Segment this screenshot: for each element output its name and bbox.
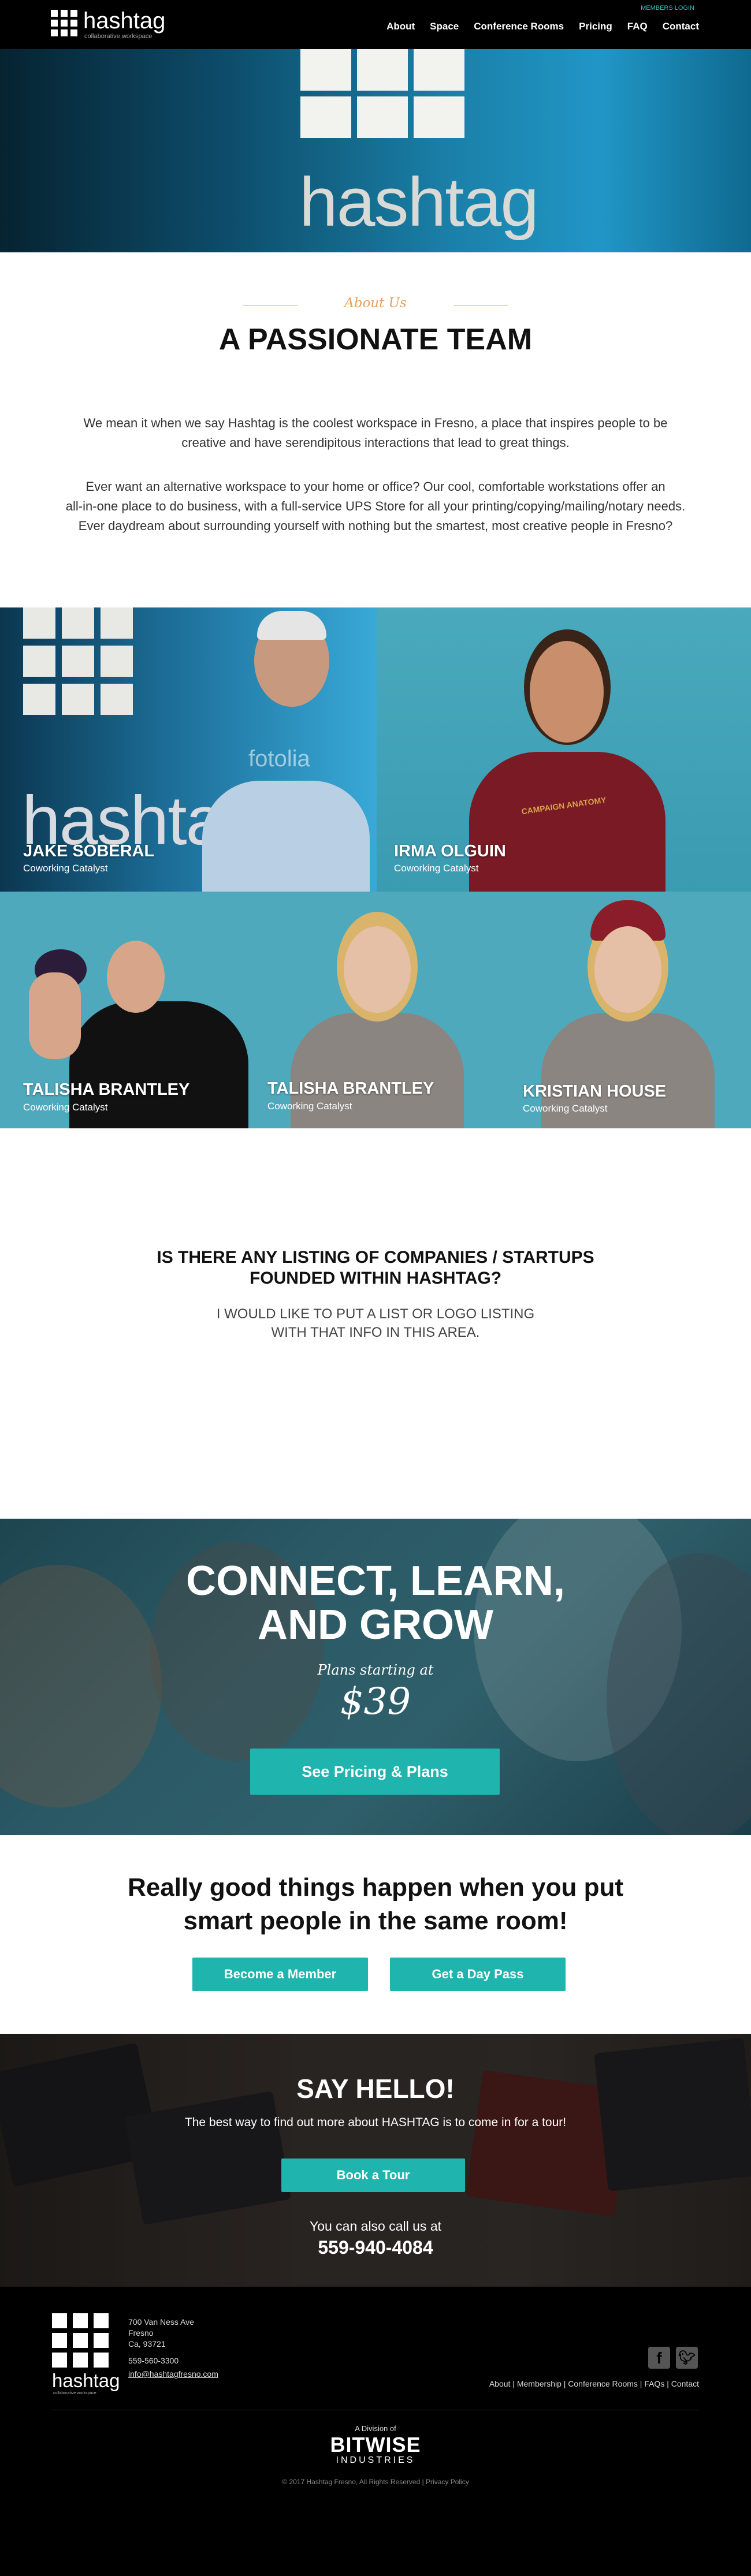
person-head (594, 926, 661, 1013)
team-card-talisha-2[interactable]: TALISHA BRANTLEY Coworking Catalyst (250, 892, 501, 1128)
team-card-talisha-1[interactable]: TALISHA BRANTLEY Coworking Catalyst (0, 892, 250, 1128)
about-eyebrow: About Us (344, 296, 407, 311)
hello-phone[interactable]: 559-940-4084 (0, 2237, 751, 2258)
see-pricing-button[interactable]: See Pricing & Plans (250, 1749, 500, 1795)
about-para-1-line-2: creative and have serendipitous interact… (181, 435, 570, 450)
listing-title-line-1: IS THERE ANY LISTING OF COMPANIES / STAR… (157, 1248, 594, 1267)
listing-title-line-2: FOUNDED WITHIN HASHTAG? (249, 1269, 502, 1288)
become-member-button[interactable]: Become a Member (192, 1958, 368, 1991)
about-para-2-line-2: all-in-one place to do business, with a … (65, 499, 686, 513)
nav-space[interactable]: Space (430, 21, 459, 32)
footer-logo[interactable]: hashtag collaborative workspace (52, 2313, 120, 2397)
team-card-jake[interactable]: hashtag fotolia JAKE SOBERAL Coworking C… (0, 607, 377, 892)
connect-section: CONNECT, LEARN, AND GROW Plans starting … (0, 1519, 751, 1835)
listing-body: I WOULD LIKE TO PUT A LIST OR LOGO LISTI… (0, 1305, 751, 1342)
person-hair (257, 611, 326, 640)
site-footer: hashtag collaborative workspace 700 Van … (0, 2287, 751, 2576)
about-para-1-line-1: We mean it when we say Hashtag is the co… (83, 416, 668, 430)
site-logo[interactable]: hashtag collaborative workspace (51, 8, 189, 40)
address-line-2: Fresno (128, 2328, 154, 2338)
team-role: Coworking Catalyst (523, 1103, 608, 1114)
connect-title-line-2: AND GROW (258, 1602, 493, 1648)
hello-call-text: You can also call us at (309, 2219, 442, 2234)
main-nav: About Space Conference Rooms Pricing FAQ… (386, 21, 699, 32)
about-title: A PASSIONATE TEAM (218, 323, 533, 356)
address-line-3: Ca, 93721 (128, 2339, 166, 2348)
team-role: Coworking Catalyst (394, 863, 479, 874)
logo-tagline: collaborative workspace (84, 33, 153, 40)
team-card-irma[interactable]: CAMPAIGN ANATOMY IRMA OLGUIN Coworking C… (377, 607, 751, 892)
team-logo-tiles (23, 607, 133, 716)
nav-pricing[interactable]: Pricing (579, 21, 612, 32)
team-role: Coworking Catalyst (23, 1102, 108, 1113)
footer-logo-wordmark: hashtag (52, 2370, 120, 2391)
nav-contact[interactable]: Contact (663, 21, 699, 32)
listing-body-line-1: I WOULD LIKE TO PUT A LIST OR LOGO LISTI… (216, 1306, 535, 1322)
hello-title: SAY HELLO! (296, 2074, 455, 2104)
site-header: hashtag collaborative workspace MEMBERS … (0, 0, 751, 49)
person-shirt (202, 781, 370, 892)
team-name: KRISTIAN HOUSE (523, 1082, 667, 1101)
person-head (530, 641, 604, 743)
hello-text: The best way to find out more about HASH… (184, 2116, 567, 2129)
hero-banner: hashtag (0, 49, 751, 252)
division-label: A Division of (355, 2424, 396, 2433)
team-name: TALISHA BRANTLEY (23, 1080, 190, 1099)
connect-price: $39 (340, 1680, 411, 1723)
stock-watermark: fotolia (248, 746, 310, 771)
listing-title: IS THERE ANY LISTING OF COMPANIES / STAR… (0, 1247, 751, 1289)
person-head (344, 926, 411, 1013)
about-para-2-line-1: Ever want an alternative workspace to yo… (85, 479, 666, 494)
connect-title: CONNECT, LEARN, AND GROW (0, 1559, 751, 1647)
copyright: © 2017 Hashtag Fresno, All Rights Reserv… (282, 2478, 469, 2486)
nav-faq[interactable]: FAQ (627, 21, 648, 32)
nav-conference-rooms[interactable]: Conference Rooms (474, 21, 564, 32)
footer-logo-tagline: collaborative workspace (53, 2391, 96, 2395)
bitwise-logo[interactable]: BITWISE (0, 2435, 751, 2455)
person-arm (29, 972, 81, 1059)
footer-phone[interactable]: 559-560-3300 (128, 2355, 218, 2366)
footer-email[interactable]: info@hashtagfresno.com (128, 2369, 218, 2380)
bitwise-industries: INDUSTRIES (336, 2455, 415, 2465)
about-para-2-line-3: Ever daydream about surrounding yourself… (78, 519, 673, 533)
team-name: JAKE SOBERAL (23, 842, 155, 860)
connect-subtitle: Plans starting at (317, 1662, 434, 1678)
team-card-kristian[interactable]: KRISTIAN HOUSE Coworking Catalyst (501, 892, 751, 1128)
logo-wordmark: hashtag (83, 8, 166, 33)
good-title-line-1: Really good things happen when you put (128, 1873, 623, 1902)
listing-body-line-2: WITH THAT INFO IN THIS AREA. (271, 1325, 480, 1340)
nav-about[interactable]: About (386, 21, 415, 32)
team-role: Coworking Catalyst (23, 863, 108, 874)
page: { "header": { "logo_word": "hashtag", "l… (0, 0, 751, 2576)
hero-logo-tiles (300, 49, 465, 138)
footer-address: 700 Van Ness Ave Fresno Ca, 93721 559-56… (128, 2317, 218, 2380)
twitter-icon[interactable]: 🐦︎ (676, 2347, 698, 2369)
team-role: Coworking Catalyst (267, 1101, 352, 1112)
good-title-line-2: smart people in the same room! (183, 1907, 568, 1935)
address-line-1: 700 Van Ness Ave (128, 2317, 194, 2327)
facebook-icon[interactable]: f (648, 2347, 670, 2369)
say-hello-section: SAY HELLO! The best way to find out more… (0, 2034, 751, 2287)
logo-grid-icon (51, 10, 79, 38)
connect-title-line-1: CONNECT, LEARN, (185, 1558, 565, 1604)
good-things-title: Really good things happen when you put s… (0, 1871, 751, 1938)
day-pass-button[interactable]: Get a Day Pass (390, 1958, 566, 1991)
team-name: IRMA OLGUIN (394, 842, 506, 860)
person-head (107, 941, 165, 1013)
book-tour-button[interactable]: Book a Tour (281, 2159, 465, 2192)
members-login-link[interactable]: MEMBERS LOGIN (641, 5, 694, 12)
team-name: TALISHA BRANTLEY (267, 1079, 434, 1098)
footer-links[interactable]: About | Membership | Conference Rooms | … (489, 2379, 699, 2388)
hero-sign-word: hashtag (299, 163, 539, 241)
person-shirt (469, 752, 666, 892)
